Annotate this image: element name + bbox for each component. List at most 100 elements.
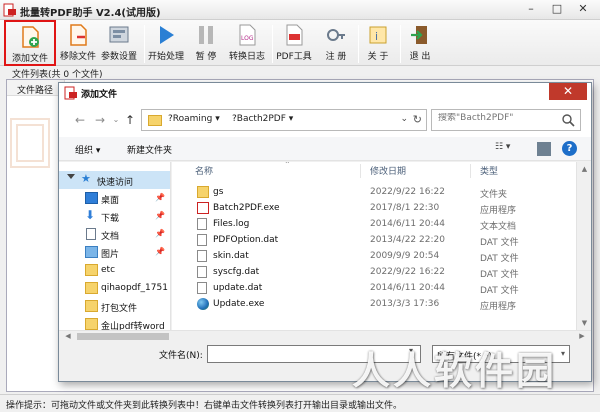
- file-icon: [197, 234, 207, 246]
- file-name: update.dat: [213, 283, 263, 293]
- pause-label: 暂 停: [195, 52, 217, 62]
- star-icon: ★: [81, 172, 91, 185]
- organize-menu[interactable]: 组织 ▾: [75, 143, 100, 156]
- search-box[interactable]: [431, 109, 581, 131]
- file-path-column-header[interactable]: 文件路径: [7, 80, 65, 96]
- back-arrow-icon[interactable]: ←: [73, 112, 87, 128]
- folder-icon: [85, 300, 98, 312]
- breadcrumb-roaming[interactable]: ?Roaming ▾: [168, 114, 220, 124]
- add-file-dialog: 添加文件 ✕ ← → ⌄ ↑ ?Roaming ▾ ?Bacth2PDF ▾ ⌄…: [58, 82, 592, 382]
- file-icon: [197, 282, 207, 294]
- log-button[interactable]: LOG 转换日志: [226, 20, 268, 66]
- dialog-title: 添加文件: [81, 90, 118, 100]
- toolbar-divider: [358, 25, 359, 63]
- navigation-bar: ← → ⌄ ↑ ?Roaming ▾ ?Bacth2PDF ▾ ⌄ ↻: [59, 103, 591, 137]
- up-arrow-icon[interactable]: ↑: [123, 112, 137, 128]
- file-row[interactable]: Batch2PDF.exe 2017/8/1 22:30 应用程序: [172, 200, 576, 216]
- settings-label: 参数设置: [100, 52, 137, 62]
- watermark: 人人软件园: [352, 349, 558, 393]
- toolbar-divider: [272, 25, 273, 63]
- address-dropdown-icon[interactable]: ⌄: [400, 114, 408, 124]
- nav-item-downloads[interactable]: ⬇ 下载 📌: [59, 207, 170, 225]
- address-bar[interactable]: ?Roaming ▾ ?Bacth2PDF ▾ ⌄ ↻: [141, 109, 427, 131]
- column-divider[interactable]: [360, 164, 361, 178]
- file-type: DAT 文件: [480, 270, 519, 280]
- refresh-icon[interactable]: ↻: [413, 113, 422, 126]
- file-type: 应用程序: [480, 206, 517, 216]
- remove-file-label: 移除文件: [59, 52, 96, 62]
- file-row[interactable]: Files.log 2014/6/11 20:44 文本文档: [172, 216, 576, 232]
- app-title-bar: 批量转PDF助手 V2.4(试用版) – □ ✕: [0, 0, 600, 20]
- column-header-name[interactable]: 名称: [195, 164, 213, 177]
- scroll-down-icon[interactable]: ▼: [577, 316, 592, 330]
- file-row[interactable]: update.dat 2014/6/11 20:44 DAT 文件: [172, 280, 576, 296]
- pause-icon: [199, 26, 213, 44]
- view-options-button[interactable]: ☷ ▾: [495, 142, 525, 156]
- recent-locations-chevron-icon[interactable]: ⌄: [109, 112, 123, 128]
- globe-icon: [197, 298, 209, 310]
- about-button[interactable]: i 关 于: [360, 20, 396, 66]
- add-file-button[interactable]: 添加文件: [4, 20, 56, 66]
- forward-arrow-icon[interactable]: →: [93, 112, 107, 128]
- folder-icon: [85, 282, 98, 294]
- log-label: 转换日志: [228, 52, 265, 62]
- file-row[interactable]: Update.exe 2013/3/3 17:36 应用程序: [172, 296, 576, 312]
- document-icon: [86, 228, 96, 240]
- help-icon[interactable]: ?: [562, 141, 577, 156]
- nav-item-desktop[interactable]: 桌面 📌: [59, 189, 170, 207]
- file-icon: [197, 266, 207, 278]
- dialog-title-bar: 添加文件 ✕: [59, 83, 591, 103]
- file-type: 应用程序: [480, 302, 517, 312]
- add-file-label: 添加文件: [11, 54, 48, 64]
- maximize-button[interactable]: □: [544, 0, 570, 19]
- nav-item-qihaopdf[interactable]: qihaopdf_1751: [59, 279, 170, 297]
- toolbar: 添加文件 移除文件 参数设置 开始处理 暂 停 LOG 转换日志 PDF工具 注…: [0, 20, 600, 66]
- dialog-close-button[interactable]: ✕: [549, 83, 587, 100]
- nav-label: 下载: [101, 214, 120, 224]
- column-header-date[interactable]: 修改日期: [370, 164, 406, 177]
- nav-item-etc[interactable]: etc: [59, 261, 170, 279]
- nav-item-packaged-files[interactable]: 打包文件: [59, 297, 170, 315]
- scroll-up-icon[interactable]: ▲: [577, 162, 592, 176]
- picture-icon: [85, 246, 98, 258]
- preview-pane-icon[interactable]: [537, 142, 551, 156]
- app-close-button[interactable]: ✕: [570, 0, 596, 19]
- scroll-thumb[interactable]: [77, 333, 169, 340]
- pause-button[interactable]: 暂 停: [188, 20, 224, 66]
- file-row[interactable]: skin.dat 2009/9/9 20:54 DAT 文件: [172, 248, 576, 264]
- log-icon: LOG: [239, 24, 256, 46]
- pdf-tools-button[interactable]: PDF工具: [274, 20, 314, 66]
- file-date: 2014/6/11 20:44: [370, 219, 445, 229]
- toolbar-divider: [144, 25, 145, 63]
- remove-file-button[interactable]: 移除文件: [58, 20, 98, 66]
- vertical-scrollbar[interactable]: ▲ ▼: [576, 162, 591, 330]
- file-row[interactable]: gs 2022/9/22 16:22 文件夹: [172, 184, 576, 200]
- exit-button[interactable]: 退 出: [402, 20, 438, 66]
- nav-item-kingsoft-pdf[interactable]: 金山pdf转word: [59, 315, 170, 330]
- file-row[interactable]: PDFOption.dat 2013/4/22 22:20 DAT 文件: [172, 232, 576, 248]
- pin-icon[interactable]: 📌: [155, 193, 165, 202]
- pin-icon[interactable]: 📌: [155, 229, 165, 238]
- settings-button[interactable]: 参数设置: [98, 20, 140, 66]
- column-divider[interactable]: [470, 164, 471, 178]
- search-input[interactable]: [438, 113, 558, 123]
- nav-item-quick-access[interactable]: ★ 快速访问: [59, 171, 170, 189]
- nav-item-documents[interactable]: 文档 📌: [59, 225, 170, 243]
- minimize-button[interactable]: –: [518, 0, 544, 19]
- start-button[interactable]: 开始处理: [146, 20, 186, 66]
- pin-icon[interactable]: 📌: [155, 247, 165, 256]
- sort-arrow-icon: ⌃: [284, 162, 291, 169]
- pin-icon[interactable]: 📌: [155, 211, 165, 220]
- file-row[interactable]: syscfg.dat 2022/9/22 16:22 DAT 文件: [172, 264, 576, 280]
- breadcrumb-bacth2pdf[interactable]: ?Bacth2PDF ▾: [232, 114, 293, 124]
- file-date: 2009/9/9 20:54: [370, 251, 440, 261]
- start-label: 开始处理: [147, 52, 184, 62]
- new-folder-button[interactable]: 新建文件夹: [127, 143, 172, 156]
- column-header-type[interactable]: 类型: [480, 164, 498, 177]
- register-button[interactable]: 注 册: [318, 20, 354, 66]
- play-icon: [160, 26, 174, 44]
- nav-item-pictures[interactable]: 图片 📌: [59, 243, 170, 261]
- app-title: 批量转PDF助手 V2.4(试用版): [20, 8, 161, 19]
- status-bar: 操作提示：可拖动文件或文件夹到此转换列表中！右键单击文件转换列表打开输出目录或输…: [0, 394, 600, 412]
- background-logo-inner: [16, 124, 44, 162]
